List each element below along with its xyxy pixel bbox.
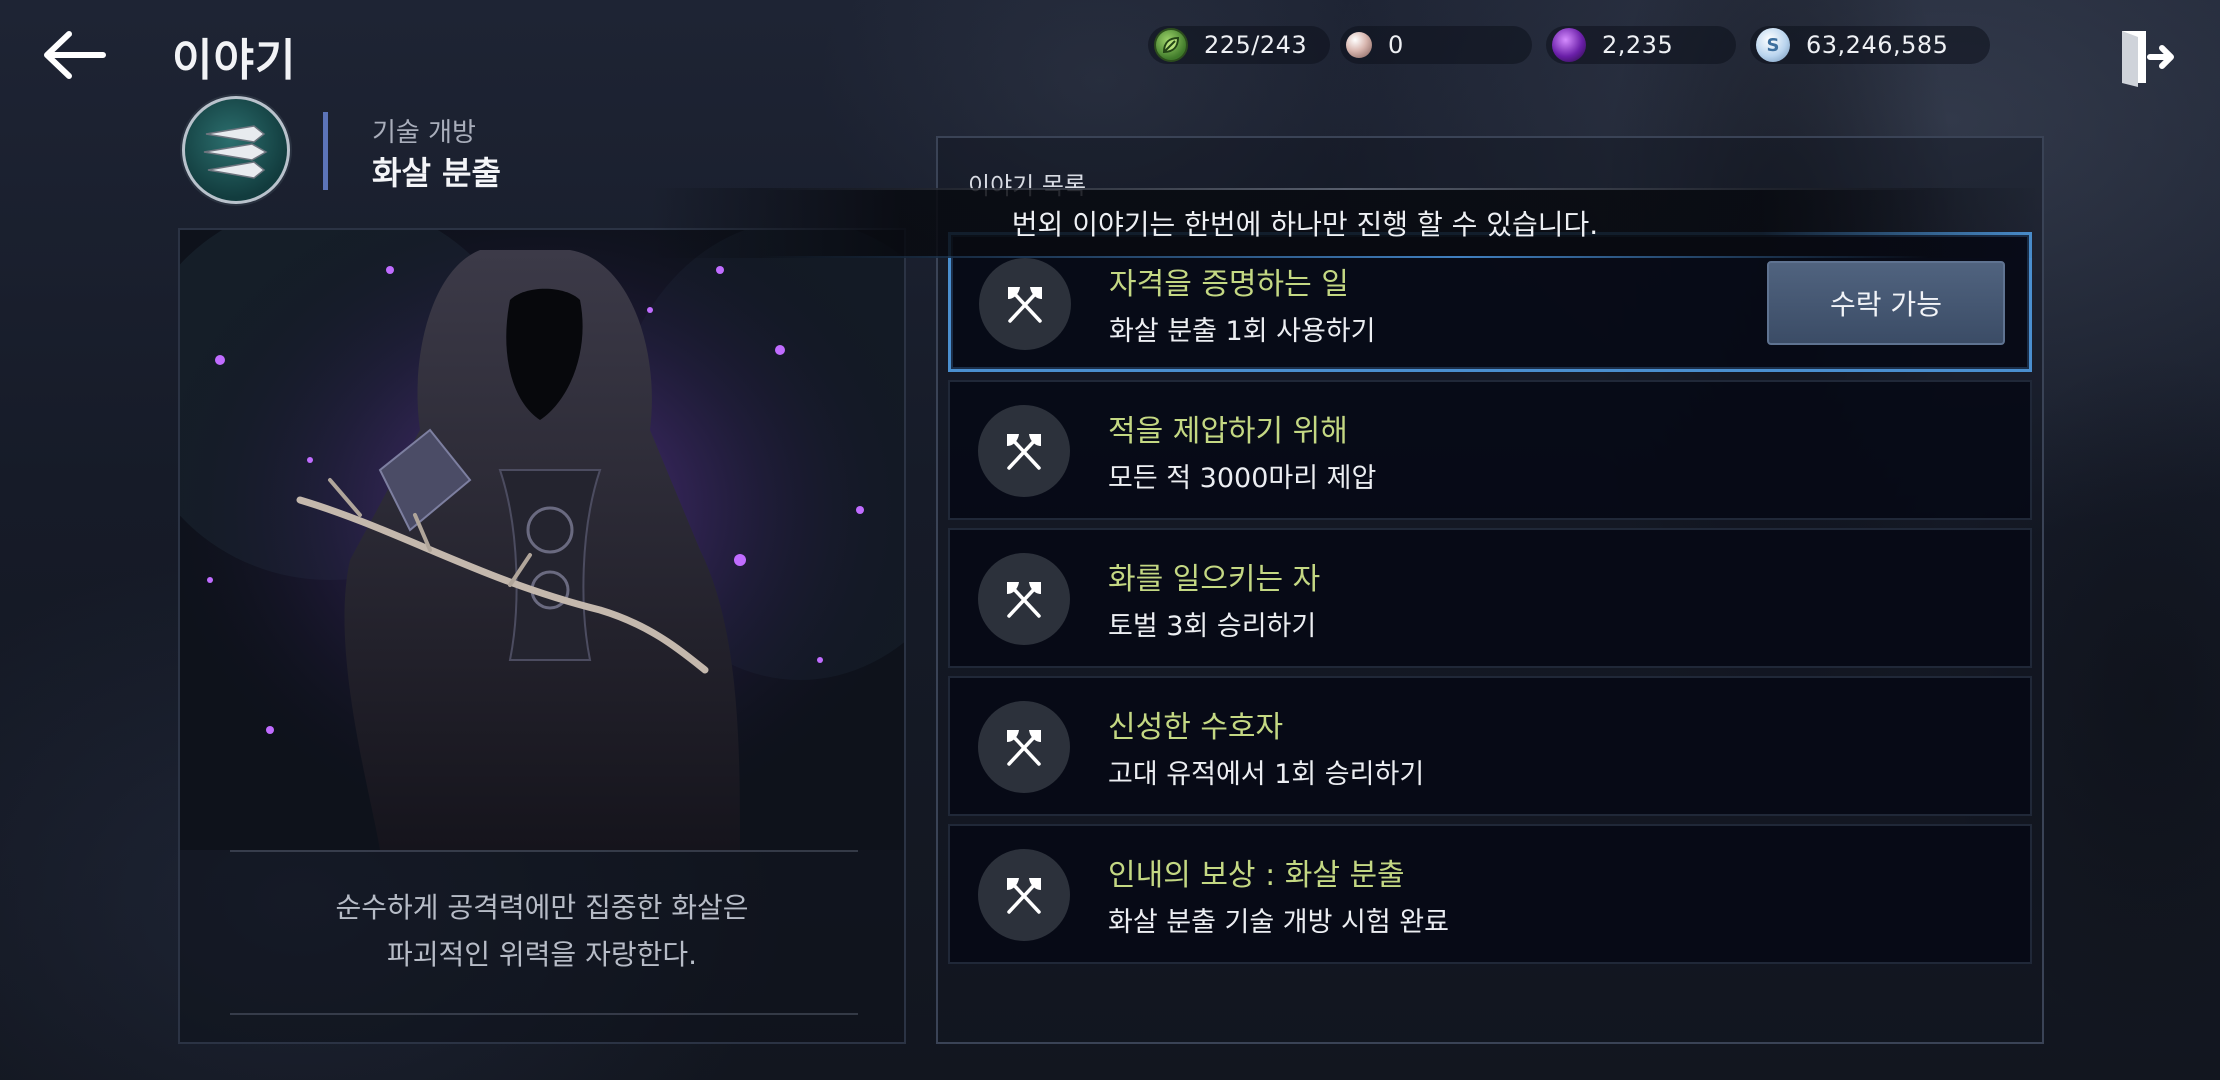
quest-title: 자격을 증명하는 일	[1109, 267, 1349, 302]
currency-purple-orb[interactable]: 2,235	[1546, 26, 1736, 64]
quest-description: 토벌 3회 승리하기	[1108, 611, 1317, 642]
currency-pearl-value: 0	[1388, 31, 1404, 59]
crossed-axes-icon	[978, 701, 1070, 793]
description-divider-top	[230, 850, 858, 852]
crossed-axes-icon	[978, 553, 1070, 645]
description-divider-bottom	[230, 1013, 858, 1015]
skill-description-line-2: 파괴적인 위력을 자랑한다.	[386, 938, 698, 971]
exit-door-icon	[2122, 31, 2174, 87]
currency-silver[interactable]: S 63,246,585	[1750, 26, 1990, 64]
quest-description: 고대 유적에서 1회 승리하기	[1108, 759, 1425, 790]
quest-title: 인내의 보상 : 화살 분출	[1108, 858, 1405, 893]
quest-description: 모든 적 3000마리 제압	[1108, 463, 1377, 494]
quest-title: 적을 제압하기 위해	[1108, 414, 1348, 449]
quest-item-2[interactable]: 적을 제압하기 위해 모든 적 3000마리 제압	[948, 380, 2032, 520]
hooded-archer-illustration	[180, 230, 904, 850]
crossed-axes-icon	[978, 405, 1070, 497]
quest-item-5[interactable]: 인내의 보상 : 화살 분출 화살 분출 기술 개방 시험 완료	[948, 824, 2032, 964]
quest-description: 화살 분출 1회 사용하기	[1109, 316, 1376, 347]
purple-orb-icon	[1552, 28, 1586, 62]
silver-coin-icon: S	[1756, 28, 1790, 62]
pearl-icon	[1346, 32, 1372, 58]
quest-title: 화를 일으키는 자	[1108, 562, 1321, 597]
currency-purple-orb-value: 2,235	[1602, 31, 1674, 59]
leaf-icon	[1154, 28, 1188, 62]
crossed-axes-icon	[979, 258, 1071, 350]
skill-emblem-icon	[182, 96, 290, 204]
quest-item-3[interactable]: 화를 일으키는 자 토벌 3회 승리하기	[948, 528, 2032, 668]
arrow-left-icon	[44, 31, 106, 79]
accept-quest-button[interactable]: 수락 가능	[1767, 261, 2005, 345]
notice-text: 번외 이야기는 한번에 하나만 진행 할 수 있습니다.	[1011, 208, 1599, 241]
skill-divider	[323, 112, 328, 190]
quest-description: 화살 분출 기술 개방 시험 완료	[1108, 907, 1449, 938]
skill-name: 화살 분출	[372, 154, 501, 192]
crossed-axes-icon	[978, 849, 1070, 941]
quest-title: 신성한 수호자	[1108, 710, 1284, 745]
exit-button[interactable]	[2108, 22, 2184, 92]
currency-silver-value: 63,246,585	[1806, 31, 1949, 59]
currency-pearl[interactable]: 0	[1340, 26, 1532, 64]
currency-leaf-value: 225/243	[1204, 31, 1308, 59]
skill-category: 기술 개방	[372, 118, 476, 148]
notice-banner: 번외 이야기는 한번에 하나만 진행 할 수 있습니다.	[650, 188, 2040, 258]
skill-description: 순수하게 공격력에만 집중한 화살은 파괴적인 위력을 자랑한다.	[178, 884, 906, 978]
back-button[interactable]	[36, 22, 112, 88]
currency-leaf[interactable]: 225/243	[1148, 26, 1330, 64]
quest-item-4[interactable]: 신성한 수호자 고대 유적에서 1회 승리하기	[948, 676, 2032, 816]
page-title: 이야기	[172, 35, 297, 86]
skill-description-line-1: 순수하게 공격력에만 집중한 화살은	[335, 891, 749, 924]
